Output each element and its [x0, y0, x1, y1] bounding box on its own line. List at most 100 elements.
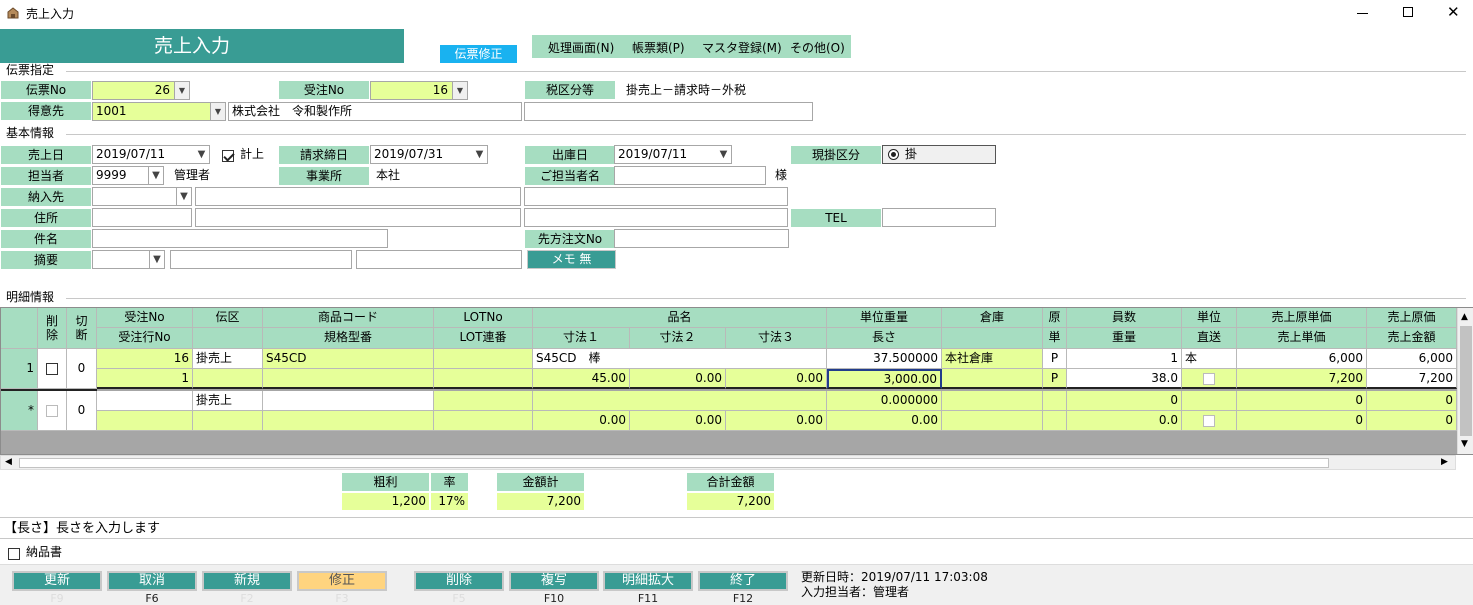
menu-other[interactable]: その他(O) [790, 39, 845, 56]
genkake-field[interactable]: 掛 [882, 145, 996, 164]
new-button[interactable]: 新規 [202, 571, 292, 591]
delete-checkbox[interactable] [38, 349, 67, 389]
menu-processing[interactable]: 処理画面(N) [548, 39, 614, 56]
chevron-down-icon[interactable]: ▼ [452, 82, 467, 99]
nounyu-extra-field[interactable] [524, 187, 788, 206]
cell-denku[interactable]: 掛売上 [193, 391, 263, 411]
cell-soko[interactable] [942, 391, 1043, 411]
cell-hinmei[interactable] [533, 391, 827, 411]
cell-genka-tanka[interactable]: 0 [1237, 391, 1367, 411]
cell-tani[interactable] [1182, 391, 1237, 411]
cell-sunpo3[interactable]: 0.00 [726, 411, 827, 431]
chevron-down-icon[interactable]: ▼ [210, 103, 225, 120]
chevron-down-icon[interactable]: ▼ [174, 82, 189, 99]
maximize-icon[interactable] [1403, 7, 1413, 17]
keijo-checkbox[interactable] [222, 148, 234, 162]
chevron-down-icon[interactable]: ▼ [176, 188, 191, 205]
menu-reports[interactable]: 帳票類(P) [632, 39, 685, 56]
cell-kikaku[interactable] [263, 369, 434, 389]
tel-field[interactable] [882, 208, 996, 227]
scroll-thumb[interactable] [1460, 326, 1472, 436]
cell-lot-no[interactable] [434, 349, 533, 369]
cell-soko[interactable]: 本社倉庫 [942, 349, 1043, 369]
horizontal-scrollbar[interactable]: ◀ ▶ [0, 455, 1456, 470]
minimize-icon[interactable] [1357, 13, 1368, 14]
cell-tan[interactable]: P [1043, 369, 1067, 389]
cell-lot-renban[interactable] [434, 411, 533, 431]
cell-tani-juryo[interactable]: 0.000000 [827, 391, 942, 411]
expand-detail-button[interactable]: 明細拡大 [603, 571, 693, 591]
scroll-left-icon[interactable]: ◀ [5, 457, 12, 467]
tekiyo1-field[interactable] [170, 250, 352, 269]
cancel-button[interactable]: 取消 [107, 571, 197, 591]
scroll-up-icon[interactable]: ▲ [1461, 312, 1468, 322]
chevron-down-icon[interactable]: ▼ [148, 167, 163, 184]
gotanto-field[interactable] [614, 166, 766, 185]
cell-sunpo1[interactable]: 0.00 [533, 411, 630, 431]
cell-juchu-gyo[interactable] [97, 411, 193, 431]
cell-gen[interactable] [1043, 391, 1067, 411]
cell-nagasa[interactable]: 3,000.00 [827, 369, 942, 389]
zip-field[interactable] [92, 208, 192, 227]
cell-lot-renban[interactable] [434, 369, 533, 389]
cell-insu[interactable]: 1 [1067, 349, 1182, 369]
denpyo-no-field[interactable]: 26 ▼ [92, 81, 190, 100]
tanto-code-field[interactable]: 9999 ▼ [92, 166, 164, 185]
cell-sunpo1[interactable]: 45.00 [533, 369, 630, 389]
close-icon[interactable]: ✕ [1447, 3, 1460, 21]
tekiyo2-field[interactable] [356, 250, 522, 269]
cell-juchu-no[interactable] [97, 391, 193, 411]
cell-shohin[interactable]: S45CD [263, 349, 434, 369]
cell-juryo[interactable]: 38.0 [1067, 369, 1182, 389]
cell-tanka[interactable]: 7,200 [1237, 369, 1367, 389]
copy-button[interactable]: 複写 [509, 571, 599, 591]
tokui-code-field[interactable]: 1001 ▼ [92, 102, 226, 121]
cell-sunpo3[interactable]: 0.00 [726, 369, 827, 389]
cell-sunpo2[interactable]: 0.00 [630, 411, 726, 431]
nounyu-name-field[interactable] [195, 187, 521, 206]
nounyu-code-field[interactable]: ▼ [92, 187, 192, 206]
cell-tani[interactable]: 本 [1182, 349, 1237, 369]
cell-genka-tanka[interactable]: 6,000 [1237, 349, 1367, 369]
cell-gen[interactable]: P [1043, 349, 1067, 369]
update-button[interactable]: 更新 [12, 571, 102, 591]
cell-lot-no[interactable] [434, 391, 533, 411]
cell-juchu-gyo[interactable]: 1 [97, 369, 193, 389]
tokui-name-field[interactable]: 株式会社 令和製作所 [228, 102, 522, 121]
sakigata-field[interactable] [614, 229, 789, 248]
cell-kikaku[interactable] [263, 411, 434, 431]
cell-juchu-no[interactable]: 16 [97, 349, 193, 369]
delete-checkbox[interactable] [38, 391, 67, 431]
cell-juryo[interactable]: 0.0 [1067, 411, 1182, 431]
menu-master[interactable]: マスタ登録(M) [702, 39, 782, 56]
address2-field[interactable] [524, 208, 788, 227]
cell-tan[interactable] [1043, 411, 1067, 431]
chokuso-checkbox[interactable] [1182, 411, 1237, 431]
tokui-extra-field[interactable] [524, 102, 813, 121]
scroll-thumb[interactable] [19, 458, 1329, 468]
calendar-dropdown-icon[interactable]: ▼ [194, 146, 209, 163]
chokuso-checkbox[interactable] [1182, 369, 1237, 389]
calendar-dropdown-icon[interactable]: ▼ [472, 146, 487, 163]
delete-button[interactable]: 削除 [414, 571, 504, 591]
cell-insu[interactable]: 0 [1067, 391, 1182, 411]
radio-selected-icon[interactable] [888, 149, 899, 160]
memo-button[interactable]: メモ 無 [527, 250, 616, 269]
uriage-date-field[interactable]: 2019/07/11 ▼ [92, 145, 210, 164]
calendar-dropdown-icon[interactable]: ▼ [716, 146, 731, 163]
seikyu-date-field[interactable]: 2019/07/31 ▼ [370, 145, 488, 164]
scroll-right-icon[interactable]: ▶ [1441, 457, 1448, 467]
scroll-down-icon[interactable]: ▼ [1461, 439, 1468, 449]
chevron-down-icon[interactable]: ▼ [149, 251, 164, 268]
vertical-scrollbar[interactable]: ▲ ▼ [1457, 308, 1473, 454]
address1-field[interactable] [195, 208, 521, 227]
cell-shohin[interactable] [263, 391, 434, 411]
cell-sunpo2[interactable]: 0.00 [630, 369, 726, 389]
shukko-date-field[interactable]: 2019/07/11 ▼ [614, 145, 732, 164]
cell-denku[interactable]: 掛売上 [193, 349, 263, 369]
juchu-no-field[interactable]: 16 ▼ [370, 81, 468, 100]
nohinsho-checkbox[interactable] [8, 546, 20, 560]
cell-nagasa[interactable]: 0.00 [827, 411, 942, 431]
kenmei-field[interactable] [92, 229, 388, 248]
cell-tani-juryo[interactable]: 37.500000 [827, 349, 942, 369]
